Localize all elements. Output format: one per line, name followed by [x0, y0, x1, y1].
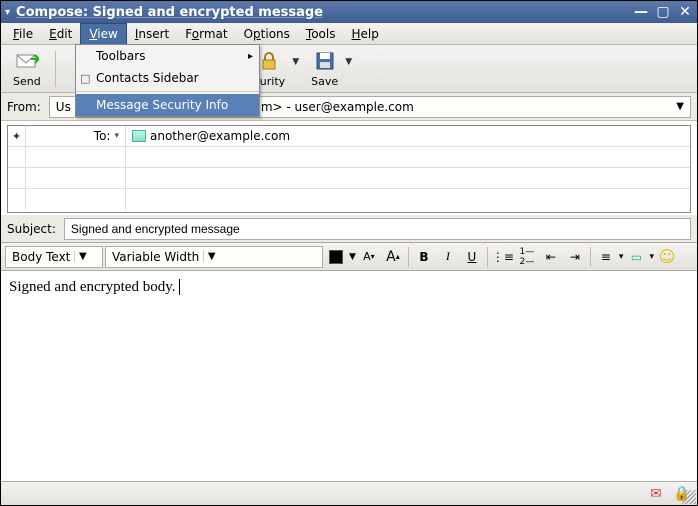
indent-button[interactable]: ⇥: [564, 246, 586, 268]
send-button[interactable]: Send: [7, 47, 47, 90]
menubar: File Edit View Insert Format Options Too…: [1, 23, 697, 45]
menu-view[interactable]: View: [80, 23, 126, 44]
contact-card-icon: [132, 130, 146, 142]
address-block: ✦ To: ▾ another@example.com: [7, 125, 691, 213]
menu-item-contacts-sidebar[interactable]: Contacts Sidebar: [76, 67, 259, 89]
lock-icon: [257, 49, 281, 73]
chevron-down-icon: ▼: [203, 251, 219, 262]
numbered-list-button[interactable]: 1—2—: [516, 246, 538, 268]
minimize-button[interactable]: —: [633, 4, 649, 20]
address-empty-row[interactable]: [8, 147, 690, 168]
bullet-list-button[interactable]: ⋮≡: [492, 246, 514, 268]
chevron-down-icon[interactable]: ▾: [619, 252, 624, 262]
menu-help[interactable]: Help: [343, 23, 386, 44]
format-toolbar: Body Text▼ Variable Width▼ ▼ A▾ A▴ B I U…: [1, 243, 697, 271]
emoticon-button[interactable]: ☺: [656, 246, 678, 268]
maximize-button[interactable]: ▢: [655, 4, 671, 20]
close-button[interactable]: ✕: [677, 4, 693, 20]
save-label: Save: [311, 75, 338, 88]
text-cursor: [176, 279, 181, 295]
submenu-arrow-icon: ▸: [248, 51, 253, 62]
menu-edit[interactable]: Edit: [41, 23, 80, 44]
menu-file[interactable]: File: [5, 23, 41, 44]
text-color-button[interactable]: [325, 246, 347, 268]
address-input[interactable]: another@example.com: [126, 126, 690, 146]
menu-options[interactable]: Options: [236, 23, 298, 44]
menu-insert[interactable]: Insert: [127, 23, 177, 44]
menu-separator: [76, 91, 259, 92]
chevron-down-icon[interactable]: ▾: [649, 252, 654, 262]
save-icon: [313, 49, 337, 73]
subject-input[interactable]: [64, 218, 691, 240]
subject-row: Subject:: [1, 215, 697, 243]
address-empty-row[interactable]: [8, 189, 690, 210]
chevron-down-icon[interactable]: ▼: [349, 252, 356, 262]
message-body[interactable]: Signed and encrypted body.: [1, 271, 697, 487]
address-header-row: ✦ To: ▾ another@example.com: [8, 126, 690, 147]
signed-icon[interactable]: ✉: [647, 486, 665, 502]
address-empty-row[interactable]: [8, 168, 690, 189]
menu-format[interactable]: Format: [177, 23, 235, 44]
window-menu-icon[interactable]: ▾: [5, 7, 10, 18]
italic-button[interactable]: I: [437, 246, 459, 268]
bold-button[interactable]: B: [413, 246, 435, 268]
font-larger-button[interactable]: A▴: [382, 246, 404, 268]
chevron-down-icon: ▼: [74, 251, 90, 262]
statusbar: ✉ 🔒: [1, 481, 697, 505]
paragraph-style-select[interactable]: Body Text▼: [5, 246, 103, 268]
insert-image-button[interactable]: ▭: [625, 246, 647, 268]
titlebar: ▾ Compose: Signed and encrypted message …: [1, 1, 697, 23]
menu-tools[interactable]: Tools: [298, 23, 344, 44]
chevron-down-icon: ▾: [114, 131, 119, 141]
font-smaller-button[interactable]: A▾: [358, 246, 380, 268]
window-title: Compose: Signed and encrypted message: [16, 5, 633, 20]
menu-item-toolbars[interactable]: Toolbars ▸: [76, 45, 259, 67]
address-type-select[interactable]: To: ▾: [26, 126, 126, 146]
view-dropdown: Toolbars ▸ Contacts Sidebar Message Secu…: [75, 44, 260, 117]
chevron-down-icon: ▼: [676, 101, 684, 112]
address-indicator-icon[interactable]: ✦: [8, 126, 26, 146]
send-label: Send: [13, 75, 41, 88]
toolbar-separator: [55, 51, 56, 87]
dropdown-arrow-icon[interactable]: ▼: [345, 57, 352, 67]
align-button[interactable]: ≡: [595, 246, 617, 268]
font-family-select[interactable]: Variable Width▼: [105, 246, 323, 268]
outdent-button[interactable]: ⇤: [540, 246, 562, 268]
menu-item-message-security-info[interactable]: Message Security Info: [76, 94, 259, 116]
color-swatch-icon: [329, 250, 343, 264]
send-icon: [15, 49, 39, 73]
resize-grip[interactable]: [682, 490, 696, 504]
from-label: From:: [7, 100, 41, 114]
underline-button[interactable]: U: [461, 246, 483, 268]
subject-label: Subject:: [7, 222, 56, 236]
save-button[interactable]: Save ▼: [305, 47, 344, 90]
dropdown-arrow-icon[interactable]: ▼: [292, 57, 299, 67]
